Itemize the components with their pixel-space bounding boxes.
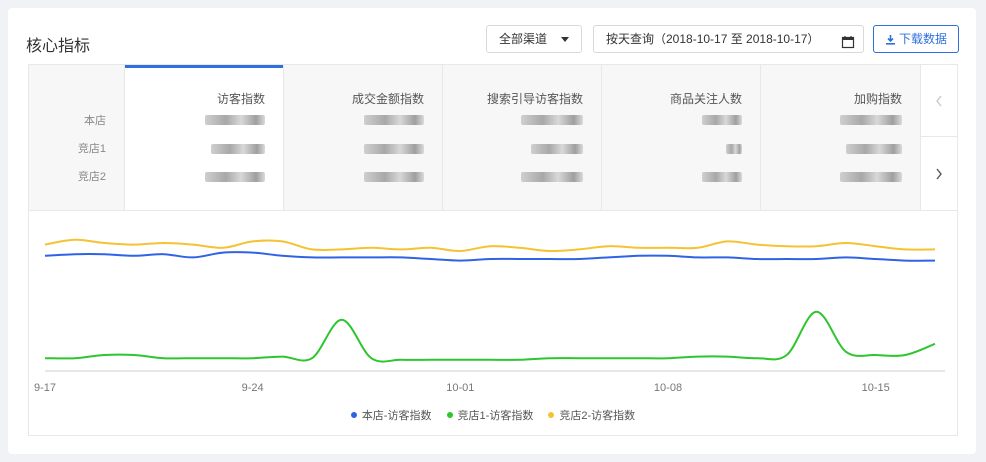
series-line-2 — [44, 310, 936, 363]
prev-tabs-button[interactable] — [920, 65, 957, 137]
blurred-value — [205, 172, 265, 182]
chevron-left-icon — [936, 95, 942, 106]
blurred-value — [846, 144, 902, 154]
legend-label: 本店-访客指数 — [361, 410, 432, 422]
download-label: 下载数据 — [898, 32, 947, 46]
chevron-right-icon — [936, 168, 942, 179]
caret-down-icon — [561, 37, 569, 42]
channel-select[interactable]: 全部渠道 — [486, 25, 582, 53]
legend-item[interactable]: 竞店2-访客指数 — [548, 407, 635, 423]
legend-label: 竞店1-访客指数 — [457, 410, 534, 422]
blurred-value — [702, 172, 742, 182]
x-tick-label: 9-17 — [34, 382, 56, 394]
calendar-icon — [841, 32, 855, 58]
x-tick-label: 9-24 — [242, 382, 264, 394]
date-range-picker[interactable]: 按天查询（2018-10-17 至 2018-10-17） — [593, 25, 864, 53]
blurred-value — [726, 144, 742, 154]
blurred-value — [205, 115, 265, 125]
tab-transaction-amount-index[interactable]: 成交金额指数 — [283, 65, 442, 210]
metrics-panel: 本店 竞店1 竞店2 访客指数 成交金额指数 搜索引导访客指数 商品关注人数 加… — [28, 64, 958, 436]
card-title: 核心指标 — [26, 38, 91, 55]
legend-dot — [548, 412, 555, 418]
tab-visitor-index[interactable]: 访客指数 — [124, 65, 283, 210]
series-line-1 — [44, 251, 936, 262]
core-metrics-card: 核心指标 全部渠道 按天查询（2018-10-17 至 2018-10-17） … — [8, 8, 976, 454]
blurred-value — [702, 115, 742, 125]
legend-dot — [446, 412, 453, 418]
row-label-competitor-1: 竞店1 — [77, 143, 106, 155]
row-label-competitor-2: 竞店2 — [77, 171, 106, 183]
tab-add-to-cart-index[interactable]: 加购指数 — [760, 65, 920, 210]
legend-dot — [350, 412, 357, 418]
visitor-index-line-chart: 9-17 9-24 10-01 10-08 10-15 — [34, 238, 945, 394]
tab-search-visitor-index[interactable]: 搜索引导访客指数 — [442, 65, 601, 210]
legend-label: 竞店2-访客指数 — [559, 410, 636, 422]
blurred-value — [364, 115, 424, 125]
download-button[interactable]: 下载数据 — [873, 25, 959, 53]
row-label-own-store: 本店 — [84, 115, 106, 127]
x-tick-label: 10-08 — [654, 382, 682, 394]
tab-product-followers[interactable]: 商品关注人数 — [601, 65, 760, 210]
blurred-value — [364, 172, 424, 182]
blurred-value — [840, 115, 902, 125]
tab-label: 成交金额指数 — [351, 92, 424, 106]
date-range-value: 按天查询（2018-10-17 至 2018-10-17） — [606, 32, 820, 46]
blurred-value — [840, 172, 902, 182]
tab-label: 加购指数 — [853, 92, 902, 106]
x-tick-label: 10-15 — [862, 382, 890, 394]
next-tabs-button[interactable] — [920, 137, 957, 210]
row-labels: 本店 竞店1 竞店2 — [29, 65, 124, 210]
metric-tabs: 本店 竞店1 竞店2 访客指数 成交金额指数 搜索引导访客指数 商品关注人数 加… — [29, 65, 957, 210]
blurred-value — [531, 144, 583, 154]
blurred-value — [364, 144, 424, 154]
tab-label: 商品关注人数 — [669, 92, 742, 106]
active-tab-indicator — [125, 65, 283, 68]
tab-label: 搜索引导访客指数 — [486, 92, 583, 106]
series-line-3 — [44, 238, 936, 253]
legend-item[interactable]: 竞店1-访客指数 — [446, 407, 534, 423]
blurred-value — [521, 172, 583, 182]
blurred-value — [211, 144, 265, 154]
x-tick-label: 10-01 — [446, 382, 474, 394]
chart-legend: 本店-访客指数 竞店1-访客指数 竞店2-访客指数 — [29, 407, 957, 423]
legend-item[interactable]: 本店-访客指数 — [350, 407, 432, 423]
blurred-value — [521, 115, 583, 125]
download-icon — [885, 35, 895, 45]
tab-label: 访客指数 — [216, 92, 265, 106]
channel-select-value: 全部渠道 — [499, 32, 548, 46]
